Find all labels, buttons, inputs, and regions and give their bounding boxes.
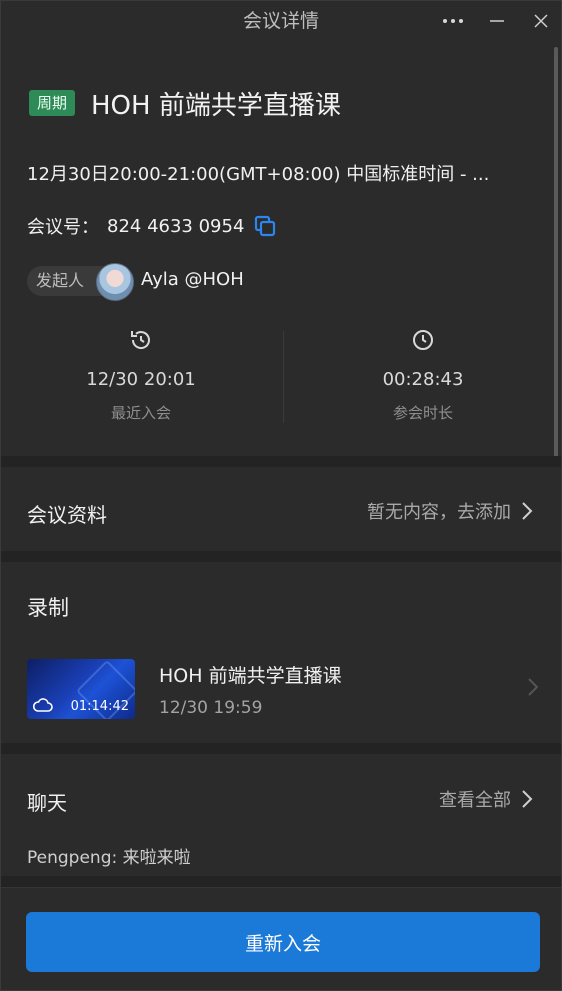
avatar: [96, 263, 134, 301]
chevron-right-icon: [528, 678, 539, 696]
meeting-id-label: 会议号：: [27, 217, 99, 238]
recording-duration: 01:14:42: [70, 699, 129, 714]
recording-item-date: 12/30 19:59: [159, 698, 263, 718]
section-divider: [1, 456, 561, 467]
section-divider: [1, 743, 561, 754]
recording-thumbnail[interactable]: 01:14:42: [27, 659, 135, 719]
section-divider: [1, 551, 561, 562]
chat-last-message: Pengpeng: 来啦来啦: [27, 848, 191, 868]
more-dots-icon: [443, 19, 463, 23]
materials-title: 会议资料: [27, 503, 107, 527]
chat-title: 聊天: [27, 791, 67, 815]
add-materials-link[interactable]: 暂无内容，去添加: [367, 498, 533, 524]
clock-icon: [413, 330, 433, 350]
view-all-chat-link[interactable]: 查看全部: [439, 786, 533, 812]
materials-section[interactable]: 会议资料 暂无内容，去添加: [1, 467, 561, 551]
section-divider: [1, 876, 561, 887]
minimize-icon: [490, 20, 504, 22]
title-bar: 会议详情: [1, 1, 561, 41]
footer: 重新入会: [1, 887, 561, 990]
recording-item-title[interactable]: HOH 前端共学直播课: [159, 661, 342, 688]
duration-value: 00:28:43: [382, 369, 464, 390]
recording-open-chevron[interactable]: [527, 677, 539, 701]
add-materials-label: 暂无内容，去添加: [367, 502, 511, 523]
recording-title: 录制: [27, 596, 69, 620]
chevron-right-icon: [522, 502, 533, 520]
minimize-button[interactable]: [477, 1, 517, 41]
history-icon: [131, 331, 150, 349]
meeting-id-value: 824 4633 0954: [107, 215, 245, 237]
duration-label: 参会时长: [392, 404, 453, 422]
last-join-stat: 12/30 20:01 最近入会: [1, 327, 281, 423]
meeting-details-window: 会议详情 周期 HOH 前端共学直播课 12月30日20:00-21:00(GM…: [0, 0, 562, 991]
close-icon: [534, 14, 548, 28]
rejoin-button[interactable]: 重新入会: [26, 912, 540, 972]
last-join-label: 最近入会: [110, 404, 171, 422]
view-all-label: 查看全部: [439, 790, 511, 811]
close-button[interactable]: [521, 1, 561, 41]
meeting-time: 12月30日20:00-21:00(GMT+08:00) 中国标准时间 - ..…: [27, 164, 490, 185]
meeting-id-row: 会议号： 824 4633 0954: [27, 213, 276, 239]
cloud-icon: [32, 698, 53, 712]
recurring-badge: 周期: [29, 90, 76, 116]
host-name: Ayla @HOH: [141, 269, 244, 290]
last-join-value: 12/30 20:01: [86, 369, 196, 390]
duration-stat: 00:28:43 参会时长: [283, 327, 561, 423]
meeting-title: HOH 前端共学直播课: [91, 91, 341, 121]
chevron-right-icon: [522, 790, 533, 808]
copy-icon[interactable]: [254, 215, 276, 237]
more-options-button[interactable]: [433, 1, 473, 41]
